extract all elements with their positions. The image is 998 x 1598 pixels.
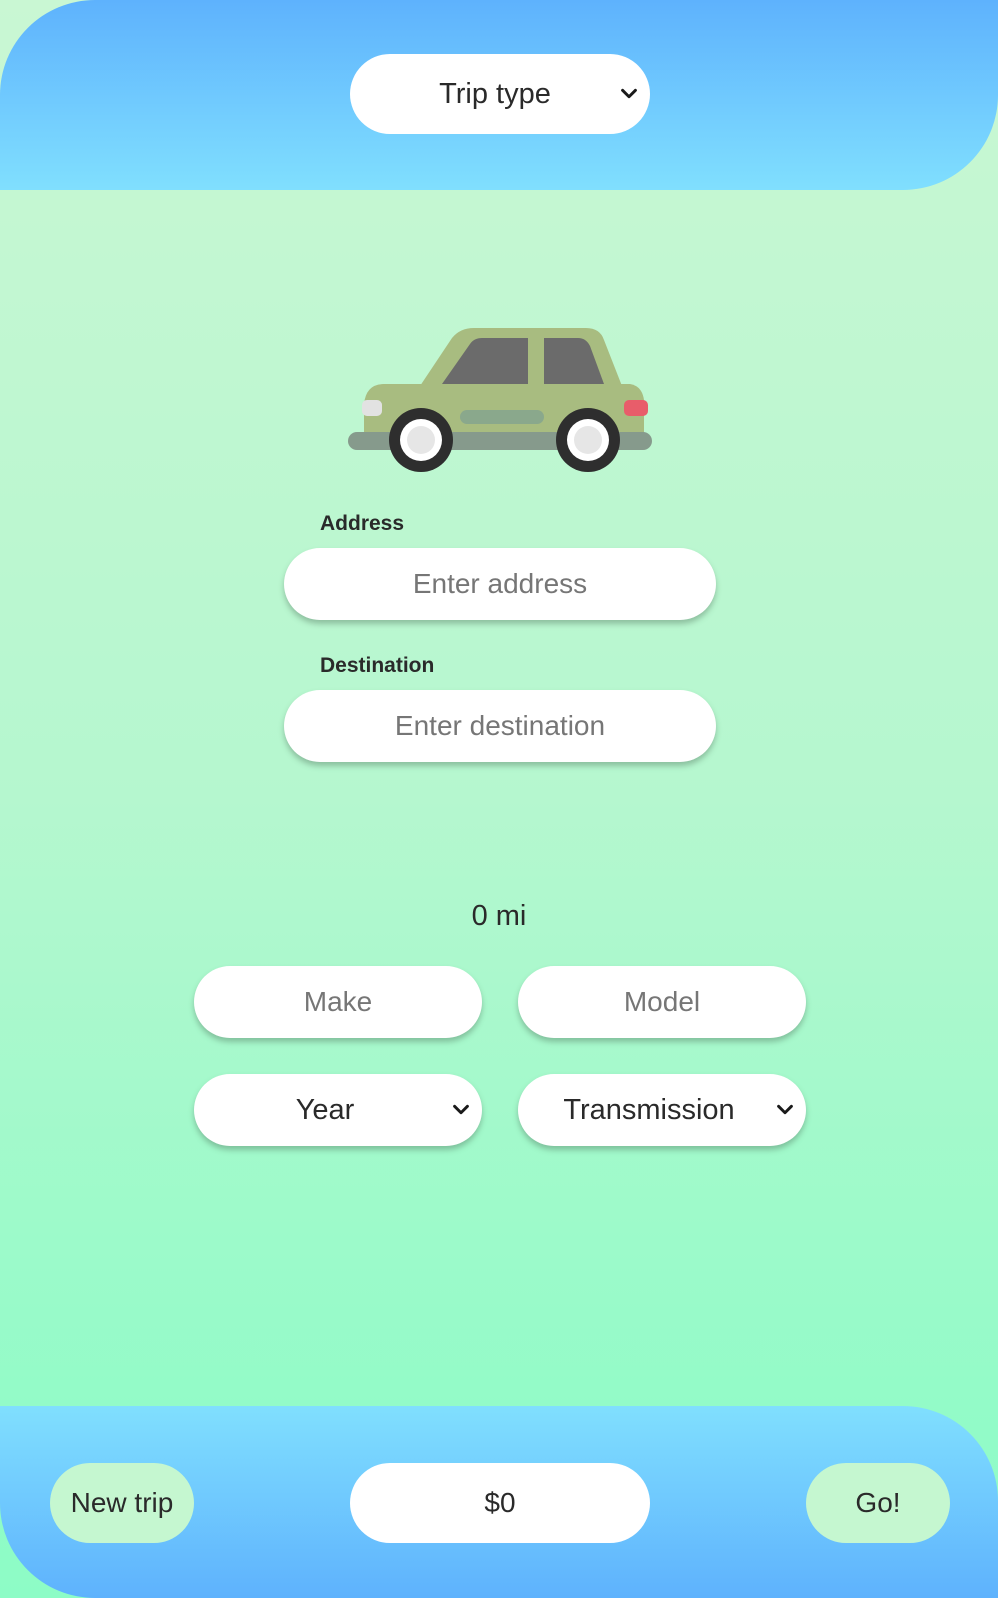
trip-type-select[interactable]: Trip type: [350, 54, 650, 134]
transmission-value: Transmission: [563, 1093, 735, 1126]
year-select[interactable]: Year: [194, 1074, 482, 1146]
chevron-down-icon: [777, 1104, 793, 1115]
trip-type-value: Trip type: [439, 77, 551, 110]
chevron-down-icon: [621, 88, 637, 99]
destination-label: Destination: [320, 654, 435, 677]
distance-readout: 0 mi: [471, 900, 527, 932]
price-display: $0: [350, 1463, 650, 1543]
transmission-select[interactable]: Transmission: [518, 1074, 806, 1146]
header-bar: Trip type: [0, 0, 998, 190]
go-button[interactable]: Go!: [806, 1463, 950, 1543]
address-input[interactable]: [284, 548, 716, 620]
new-trip-button[interactable]: New trip: [50, 1463, 194, 1543]
address-label: Address: [320, 512, 405, 535]
make-input[interactable]: [194, 966, 482, 1038]
model-input[interactable]: [518, 966, 806, 1038]
chevron-down-icon: [453, 1104, 469, 1115]
car-icon: [348, 328, 652, 472]
year-value: Year: [295, 1093, 355, 1126]
destination-input[interactable]: [284, 690, 716, 762]
